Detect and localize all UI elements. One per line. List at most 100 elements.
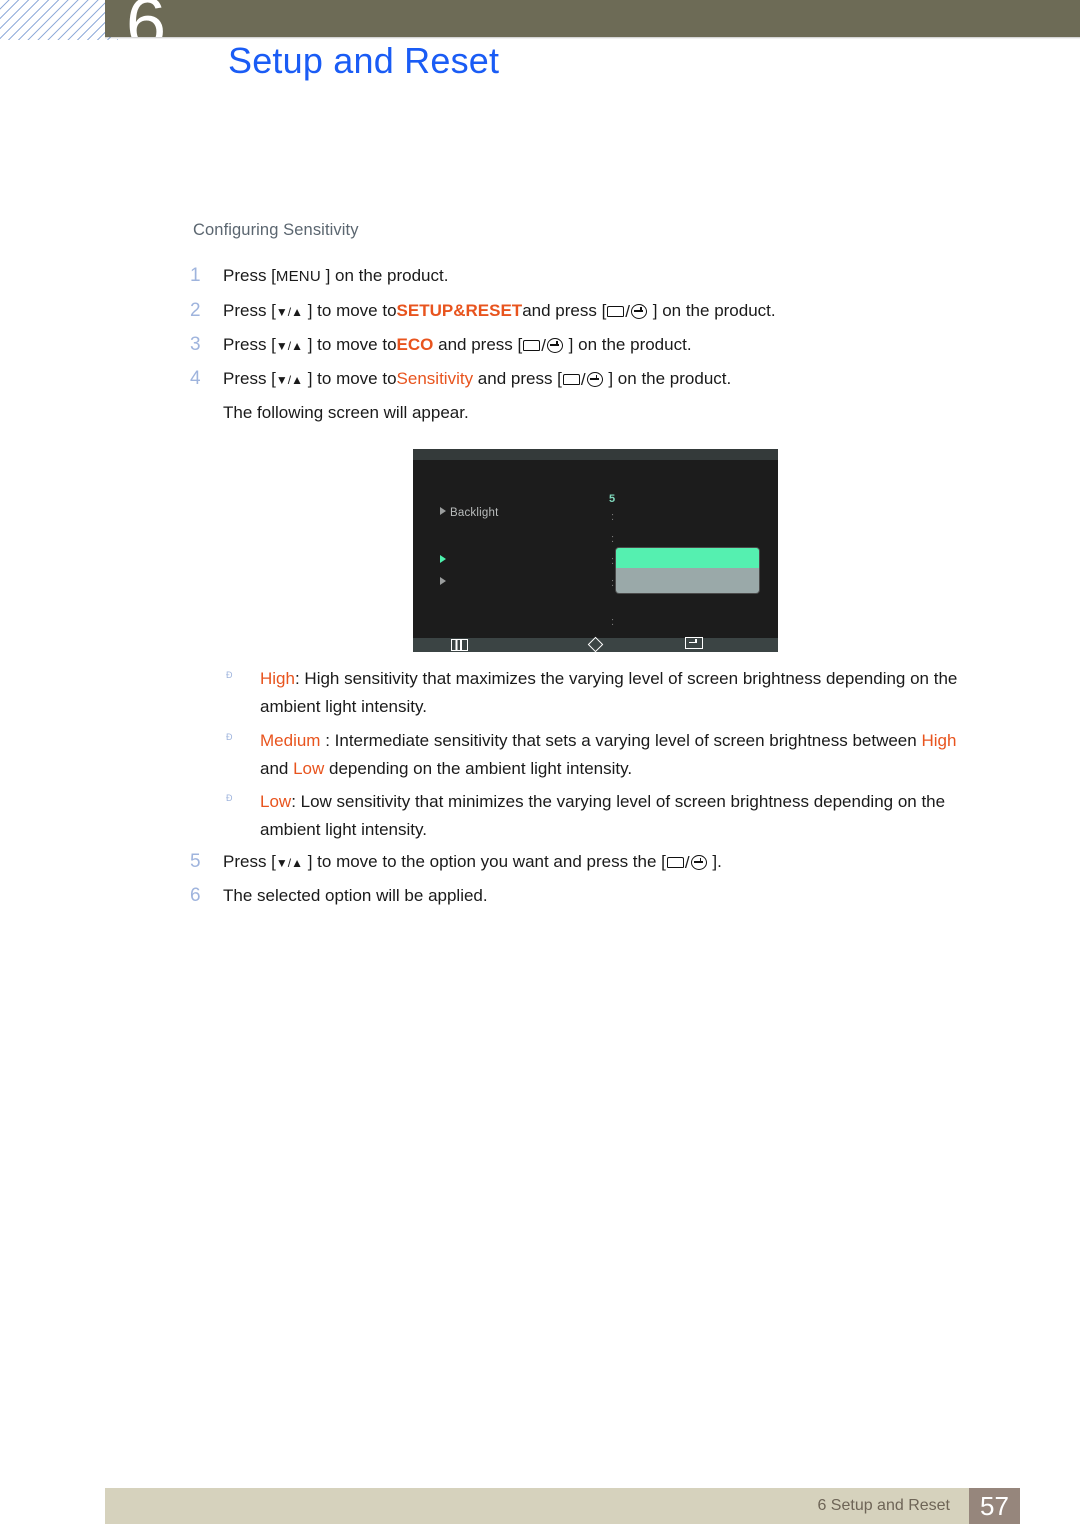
button-glyph-pair: / [562,369,604,391]
bullet-line: and Low depending on the ambient light i… [260,755,1020,783]
text-run: and press [ [473,369,562,388]
section-subheading: Configuring Sensitivity [193,221,359,239]
step-item: 5 Press [▼/▲ ] to move to the option you … [190,851,1020,874]
arrow-keys-icon: ▼/▲ [275,856,303,870]
osd-highlight-block [616,548,759,593]
step-number: 1 [190,265,201,286]
rectangle-button-icon [607,306,625,317]
osd-colon-mark: : [611,511,615,523]
decorative-hatch-pattern [0,0,118,40]
osd-row-selected [440,551,450,569]
page-title: Setup and Reset [228,40,500,81]
page-number: 57 [980,1491,1009,1521]
glyph-separator: / [541,336,546,355]
osd-screenshot: Backlight 5 : : : : : [413,449,778,653]
enter-button-icon [690,855,707,870]
bullet-line: High: High sensitivity that maximizes th… [260,665,1020,693]
rectangle-button-icon [562,374,580,385]
text-run: depending on the ambient light intensity… [324,759,633,778]
step-text: Press [MENU ] on the product. [223,266,448,285]
emphasis-term: Low [260,792,292,811]
glyph-separator: / [625,302,631,321]
page-number-box: 57 [969,1488,1020,1524]
bullet-item: Low: Low sensitivity that minimizes the … [260,788,1020,844]
bullet-marker: Đ [226,670,233,680]
text-run: ] on the product. [320,266,449,285]
osd-colon-mark: : [611,616,615,628]
text-run: ] to move to [303,369,397,388]
bullet-marker: Đ [226,793,233,803]
text-run: and [260,759,294,778]
step-text: Press [▼/▲ ] to move toSensitivity and p… [223,369,732,391]
text-run: Press [ [223,369,276,388]
header-band [105,0,1080,37]
rectangle-button-icon [666,857,684,868]
glyph-separator: / [580,370,586,389]
osd-row-next [440,573,450,591]
bullet-marker: Đ [226,732,233,742]
arrow-keys-icon: ▼/▲ [275,373,303,387]
osd-menu-item-backlight: Backlight [440,507,498,519]
text-run: ambient light intensity. [260,697,427,716]
step-text: Press [▼/▲ ] to move toECO and press [/ … [223,335,692,357]
enter-button-icon [546,338,563,353]
emphasis-term: SETUP&RESET [396,301,523,320]
following-screen-note: The following screen will appear. [223,403,469,422]
text-run: ] on the product. [648,301,776,320]
bullet-line: Low: Low sensitivity that minimizes the … [260,788,1020,816]
rectangle-button-icon [523,340,541,351]
emphasis-term: High [260,669,295,688]
step-number: 2 [190,300,201,321]
triangle-icon [440,577,446,585]
step-text: Press [▼/▲ ] to move to the option you w… [223,852,722,874]
menu-bars-icon [451,639,468,651]
triangle-icon-selected [440,555,446,563]
osd-colon-mark: : [611,555,615,567]
text-run: : Low sensitivity that minimizes the var… [291,792,946,811]
step-item: 2 Press [▼/▲ ] to move toSETUP&RESETand p… [190,300,1020,323]
text-run: Press [ [223,852,276,871]
step-text: The selected option will be applied. [223,886,488,905]
emphasis-term: ECO [396,335,434,354]
enter-button-icon [631,304,648,319]
enter-button-icon [586,372,603,387]
step-number: 3 [190,334,201,355]
text-run: ambient light intensity. [260,820,427,839]
text-run: ]. [707,852,722,871]
footer-label: 6 Setup and Reset [817,1497,950,1514]
emphasis-term: Sensitivity [396,369,474,388]
text-run: ] on the product. [603,369,732,388]
text-run: Press [ [223,301,276,320]
bullet-line: ambient light intensity. [260,693,1020,721]
text-run: Press [ [223,266,276,285]
step-number: 6 [190,885,201,906]
text-run: ] to move to [303,301,397,320]
osd-colon-mark: : [611,577,615,589]
step-item: 4 Press [▼/▲ ] to move toSensitivity and … [190,368,1020,391]
osd-body: Backlight 5 : : : : : [413,460,778,638]
text-run: : High sensitivity that maximizes the va… [294,669,958,688]
arrow-keys-icon: ▼/▲ [275,305,303,319]
step-number: 5 [190,851,201,872]
emphasis-term: Low [293,759,325,778]
osd-colon-mark: : [611,533,615,545]
bullet-item: Medium : Intermediate sensitivity that s… [260,727,1020,783]
osd-highlight-green-bar [616,548,759,568]
button-glyph-pair: / [606,301,648,323]
text-run: The selected option will be applied. [223,886,488,905]
step-item: 1 Press [MENU ] on the product. [190,265,1020,288]
glyph-separator: / [684,853,690,872]
button-glyph-pair: / [666,852,708,874]
bullet-item: High: High sensitivity that maximizes th… [260,665,1020,721]
button-glyph-pair: / [522,335,564,357]
text-run: ] to move to [303,335,397,354]
text-run: ] to move to the option you want and pre… [303,852,666,871]
text-run: and press [ [522,301,607,320]
step-item: 3 Press [▼/▲ ] to move toECO and press [/… [190,334,1020,357]
chapter-number: 6 [126,0,196,37]
emphasis-term: Medium [260,731,321,750]
osd-value: 5 [609,493,616,505]
return-icon [685,637,703,649]
triangle-icon [440,507,446,515]
bullet-line: Medium : Intermediate sensitivity that s… [260,727,1020,755]
